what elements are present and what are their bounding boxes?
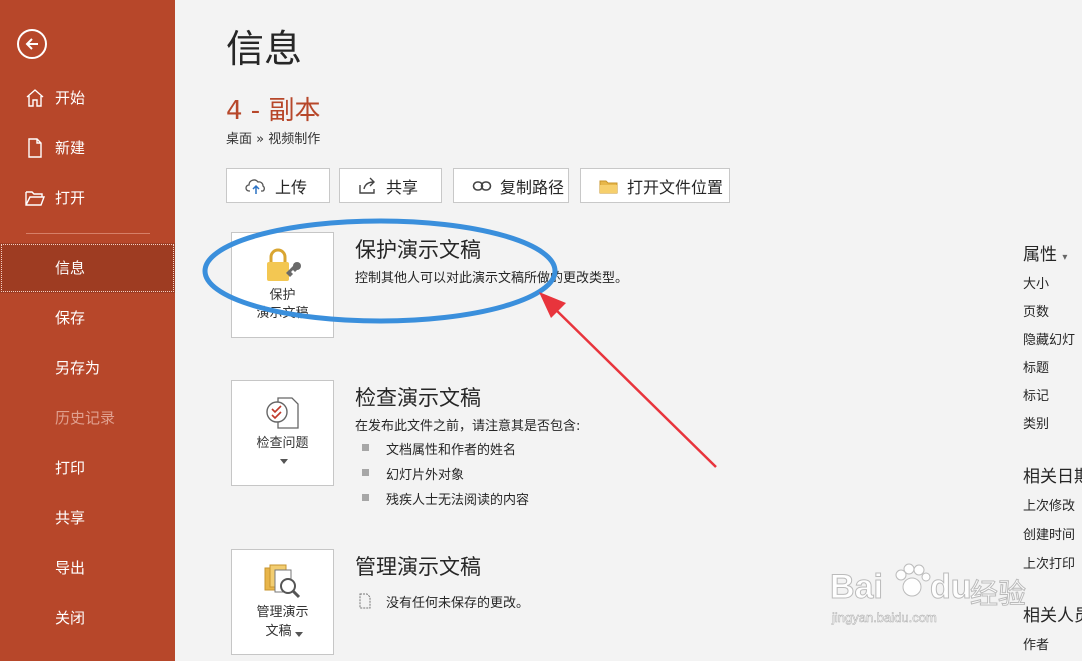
share-button[interactable]: 共享 — [339, 168, 442, 203]
property-label: 隐藏幻灯 — [1023, 333, 1076, 348]
nav-home-label: 开始 — [55, 88, 86, 107]
page-title: 信息 — [226, 27, 303, 71]
nav-save[interactable]: 保存 — [0, 293, 175, 343]
chevron-down-icon — [295, 632, 303, 637]
property-label: 标记 — [1023, 389, 1050, 404]
annotation-arrowhead — [539, 292, 566, 318]
open-folder-icon — [25, 191, 46, 206]
people-label: 作者 — [1023, 638, 1050, 653]
nav-export[interactable]: 导出 — [0, 543, 175, 593]
lock-key-icon — [267, 248, 301, 281]
nav-new[interactable]: 新建 — [0, 127, 175, 167]
nav-print-label: 打印 — [55, 459, 86, 477]
new-doc-icon — [28, 138, 42, 158]
manage-card-label-2: 文稿 — [265, 624, 292, 639]
protect-presentation-card[interactable]: 保护 演示文稿 — [231, 232, 334, 338]
folder-icon — [599, 180, 618, 193]
upload-label: 上传 — [275, 177, 308, 197]
document-name: 4 - 副本 — [226, 96, 321, 126]
protect-card-label-1: 保护 — [269, 288, 296, 303]
nav-history-label: 历史记录 — [55, 409, 116, 427]
nav-info[interactable]: 信息 — [0, 243, 175, 293]
open-file-location-button[interactable]: 打开文件位置 — [580, 168, 730, 203]
open-file-location-label: 打开文件位置 — [627, 177, 724, 197]
inspect-section-desc: 在发布此文件之前，请注意其是否包含: — [355, 419, 581, 434]
date-label: 上次修改 — [1023, 499, 1076, 514]
nav-share[interactable]: 共享 — [0, 493, 175, 543]
check-issues-card-label: 检查问题 — [256, 436, 309, 451]
watermark-brand-2: du — [930, 568, 973, 607]
share-label: 共享 — [386, 177, 419, 197]
related-people-heading: 相关人员 — [1023, 606, 1082, 626]
manage-section-desc: 没有任何未保存的更改。 — [386, 596, 530, 611]
protect-section-desc: 控制其他人可以对此演示文稿所做的更改类型。 — [355, 271, 629, 286]
nav-close-label: 关闭 — [55, 609, 86, 627]
protect-section-title: 保护演示文稿 — [355, 238, 481, 262]
upload-button[interactable]: 上传 — [226, 168, 330, 203]
back-button[interactable] — [17, 29, 47, 59]
watermark-url: jingyan.baidu.com — [832, 610, 937, 626]
related-dates-heading: 相关日期 — [1023, 467, 1082, 487]
nav-home[interactable]: 开始 — [0, 77, 175, 117]
manage-document-icon — [264, 564, 301, 599]
inspect-section-title: 检查演示文稿 — [355, 386, 481, 410]
paw-icon — [895, 563, 931, 597]
document-path[interactable]: 桌面 » 视频制作 — [226, 128, 320, 147]
manage-presentation-card[interactable]: 管理演示 文稿 — [231, 549, 334, 655]
sidebar-divider — [26, 233, 150, 234]
nav-open-label: 打开 — [55, 188, 86, 207]
link-icon — [472, 180, 492, 191]
nav-share-label: 共享 — [55, 509, 86, 527]
nav-new-label: 新建 — [55, 138, 86, 157]
home-icon — [26, 89, 44, 107]
property-label: 页数 — [1023, 305, 1050, 320]
watermark-brand: Bai — [830, 568, 884, 607]
annotation-arrow-line — [551, 305, 717, 468]
property-label: 标题 — [1023, 361, 1050, 376]
property-label: 类别 — [1023, 417, 1050, 432]
nav-save-as[interactable]: 另存为 — [0, 343, 175, 393]
nav-save-as-label: 另存为 — [55, 359, 101, 377]
nav-info-label: 信息 — [55, 259, 86, 277]
nav-history: 历史记录 — [0, 393, 175, 443]
document-status-icon — [359, 593, 371, 609]
watermark-suffix: 经验 — [969, 577, 1027, 611]
date-label: 上次打印 — [1023, 557, 1076, 572]
nav-print[interactable]: 打印 — [0, 443, 175, 493]
back-arrow-icon — [25, 38, 38, 50]
cloud-upload-icon — [245, 178, 265, 194]
protect-card-label-2: 演示文稿 — [256, 306, 309, 321]
baidu-watermark: Bai du 经验 jingyan.baidu.com — [830, 563, 1030, 628]
inspect-document-icon — [266, 397, 299, 429]
copy-path-label: 复制路径 — [500, 177, 565, 197]
backstage-sidebar: 开始 新建 打开 信息 保存 另存为 历史记录 打印 共享 导出 关闭 — [0, 0, 175, 661]
chevron-down-icon: ▾ — [1062, 252, 1068, 263]
chevron-down-icon — [280, 459, 288, 464]
properties-heading[interactable]: 属性 ▾ — [1023, 240, 1067, 265]
date-label: 创建时间 — [1023, 528, 1076, 543]
nav-export-label: 导出 — [55, 559, 86, 577]
nav-close[interactable]: 关闭 — [0, 593, 175, 643]
copy-path-button[interactable]: 复制路径 — [453, 168, 569, 203]
property-label: 大小 — [1023, 277, 1050, 292]
nav-open[interactable]: 打开 — [0, 177, 175, 217]
nav-save-label: 保存 — [55, 309, 86, 327]
share-arrow-icon — [359, 177, 375, 194]
check-for-issues-card[interactable]: 检查问题 — [231, 380, 334, 486]
manage-section-title: 管理演示文稿 — [355, 555, 481, 579]
manage-card-label-1: 管理演示 — [256, 605, 309, 620]
